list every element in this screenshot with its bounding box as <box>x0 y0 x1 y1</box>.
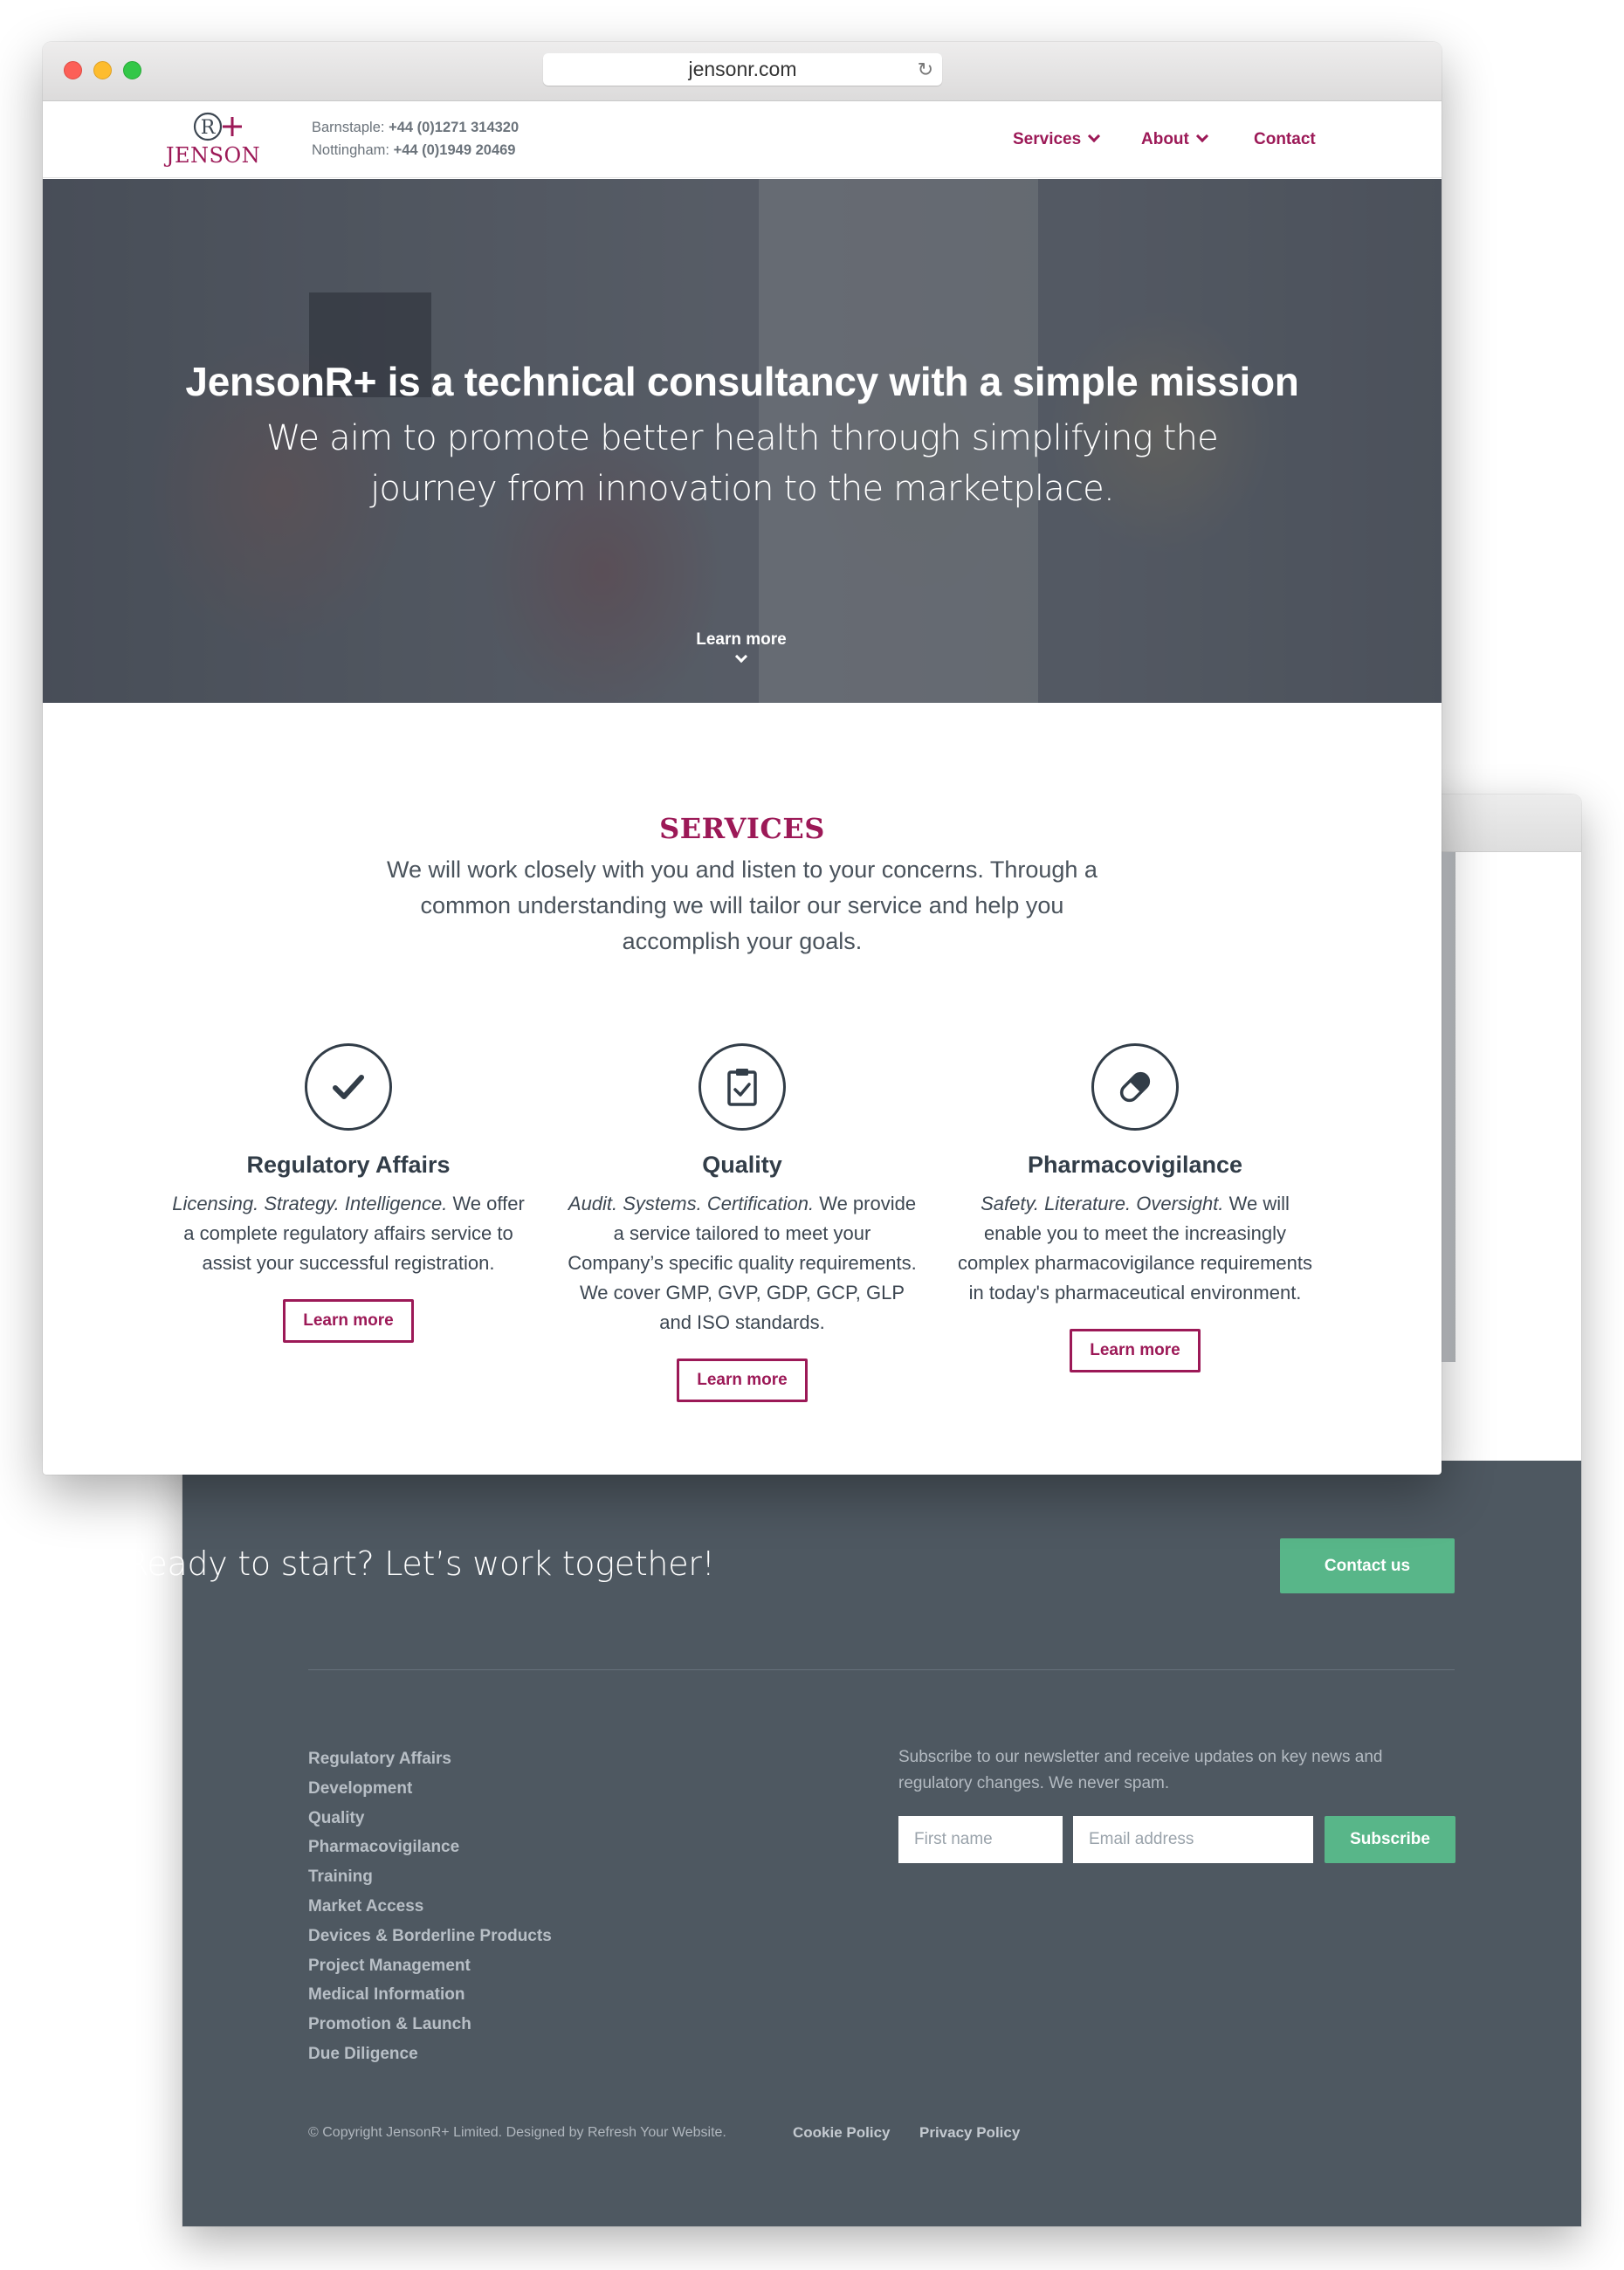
front-browser-window: jensonr.com ↻ R JENSON Barnstaple: +44 (… <box>43 42 1442 1475</box>
learn-more-button[interactable]: Learn more <box>283 1299 414 1343</box>
phone-barnstaple-number[interactable]: +44 (0)1271 314320 <box>389 120 519 135</box>
footer-link[interactable]: Medical Information <box>308 1980 552 2010</box>
service-tagline: Safety. Literature. Oversight. <box>981 1193 1224 1214</box>
minimize-window-button[interactable] <box>93 61 112 79</box>
service-title: Regulatory Affairs <box>246 1152 451 1178</box>
footer-link[interactable]: Project Management <box>308 1951 552 1981</box>
service-description: Audit. Systems. Certification. We provid… <box>563 1189 921 1338</box>
learn-more-button[interactable]: Learn more <box>1070 1329 1201 1372</box>
jenson-logo[interactable]: R JENSON <box>165 110 261 173</box>
chevron-down-icon <box>734 650 748 664</box>
cookie-policy-link[interactable]: Cookie Policy <box>793 2124 890 2142</box>
hero-subtitle: We aim to promote better health through … <box>266 418 1219 509</box>
services-intro: We will work closely with you and listen… <box>387 856 1098 954</box>
phone-barnstaple: Barnstaple: +44 (0)1271 314320 <box>312 116 519 139</box>
service-title: Quality <box>702 1152 782 1178</box>
newsletter-description: Subscribe to our newsletter and receive … <box>898 1748 1383 1792</box>
close-window-button[interactable] <box>64 61 82 79</box>
service-tagline: Audit. Systems. Certification. <box>568 1193 815 1214</box>
r-plus-logo-icon: R <box>193 112 242 141</box>
copyright-text: © Copyright JensonR+ Limited. Designed b… <box>308 2125 726 2140</box>
nav-contact-label: Contact <box>1254 130 1316 148</box>
footer-link[interactable]: Training <box>308 1862 552 1892</box>
services-heading: SERVICES <box>659 812 825 845</box>
service-card-regulatory-affairs: Regulatory Affairs Licensing. Strategy. … <box>169 1043 527 1343</box>
footer-link[interactable]: Market Access <box>308 1892 552 1922</box>
footer-link[interactable]: Quality <box>308 1804 552 1833</box>
logo-wordmark: JENSON <box>165 143 261 168</box>
clipboard-check-icon <box>698 1043 786 1131</box>
contact-us-button[interactable]: Contact us <box>1280 1538 1455 1593</box>
address-bar[interactable]: jensonr.com ↻ <box>543 53 942 86</box>
nav-services[interactable]: Services <box>1013 129 1101 149</box>
hero-banner: JensonR+ is a technical consultancy with… <box>43 179 1442 703</box>
checkmark-icon <box>305 1043 392 1131</box>
chevron-down-icon <box>1195 129 1208 143</box>
footer-divider <box>308 1669 1455 1670</box>
subscribe-button[interactable]: Subscribe <box>1325 1816 1455 1863</box>
service-description: Safety. Literature. Oversight. We will e… <box>956 1189 1314 1308</box>
first-name-field[interactable] <box>898 1816 1063 1863</box>
service-card-quality: Quality Audit. Systems. Certification. W… <box>563 1043 921 1402</box>
zoom-window-button[interactable] <box>123 61 141 79</box>
privacy-policy-link[interactable]: Privacy Policy <box>919 2124 1020 2142</box>
footer-link[interactable]: Due Diligence <box>308 2040 552 2069</box>
footer-link[interactable]: Devices & Borderline Products <box>308 1922 552 1951</box>
hero-title: JensonR+ is a technical consultancy with… <box>185 359 1299 404</box>
footer-link[interactable]: Regulatory Affairs <box>308 1744 552 1774</box>
service-card-pharmacovigilance: Pharmacovigilance Safety. Literature. Ov… <box>956 1043 1314 1372</box>
reload-icon[interactable]: ↻ <box>918 53 933 86</box>
service-tagline: Licensing. Strategy. Intelligence. <box>172 1193 448 1214</box>
chevron-down-icon <box>1088 129 1101 143</box>
browser-titlebar: jensonr.com ↻ <box>43 42 1442 101</box>
phone-barnstaple-label: Barnstaple: <box>312 120 385 135</box>
pill-icon <box>1091 1043 1179 1131</box>
phone-nottingham: Nottingham: +44 (0)1949 20469 <box>312 139 519 162</box>
learn-more-button[interactable]: Learn more <box>677 1359 808 1402</box>
nav-contact[interactable]: Contact <box>1254 130 1316 149</box>
footer-link[interactable]: Development <box>308 1774 552 1804</box>
phone-nottingham-label: Nottingham: <box>312 142 389 158</box>
service-description: Licensing. Strategy. Intelligence. We of… <box>169 1189 527 1278</box>
phone-nottingham-number[interactable]: +44 (0)1949 20469 <box>394 142 516 158</box>
service-title: Pharmacovigilance <box>1027 1152 1243 1178</box>
nav-about-label: About <box>1141 130 1189 148</box>
footer-cta-text: Ready to start? Let’s work together! <box>126 1544 715 1583</box>
svg-text:R: R <box>201 117 217 139</box>
phone-numbers: Barnstaple: +44 (0)1271 314320 Nottingha… <box>312 116 519 162</box>
email-field[interactable] <box>1073 1816 1313 1863</box>
nav-services-label: Services <box>1013 130 1082 148</box>
hero-learn-more-link[interactable]: Learn more <box>654 630 829 665</box>
footer-link[interactable]: Pharmacovigilance <box>308 1833 552 1862</box>
url-text: jensonr.com <box>688 58 797 80</box>
site-header: R JENSON Barnstaple: +44 (0)1271 314320 … <box>43 101 1442 178</box>
hero-learn-more-label: Learn more <box>696 630 787 649</box>
footer-link[interactable]: Promotion & Launch <box>308 2010 552 2040</box>
footer-service-links: Regulatory Affairs Development Quality P… <box>308 1744 552 2069</box>
nav-about[interactable]: About <box>1141 129 1208 149</box>
